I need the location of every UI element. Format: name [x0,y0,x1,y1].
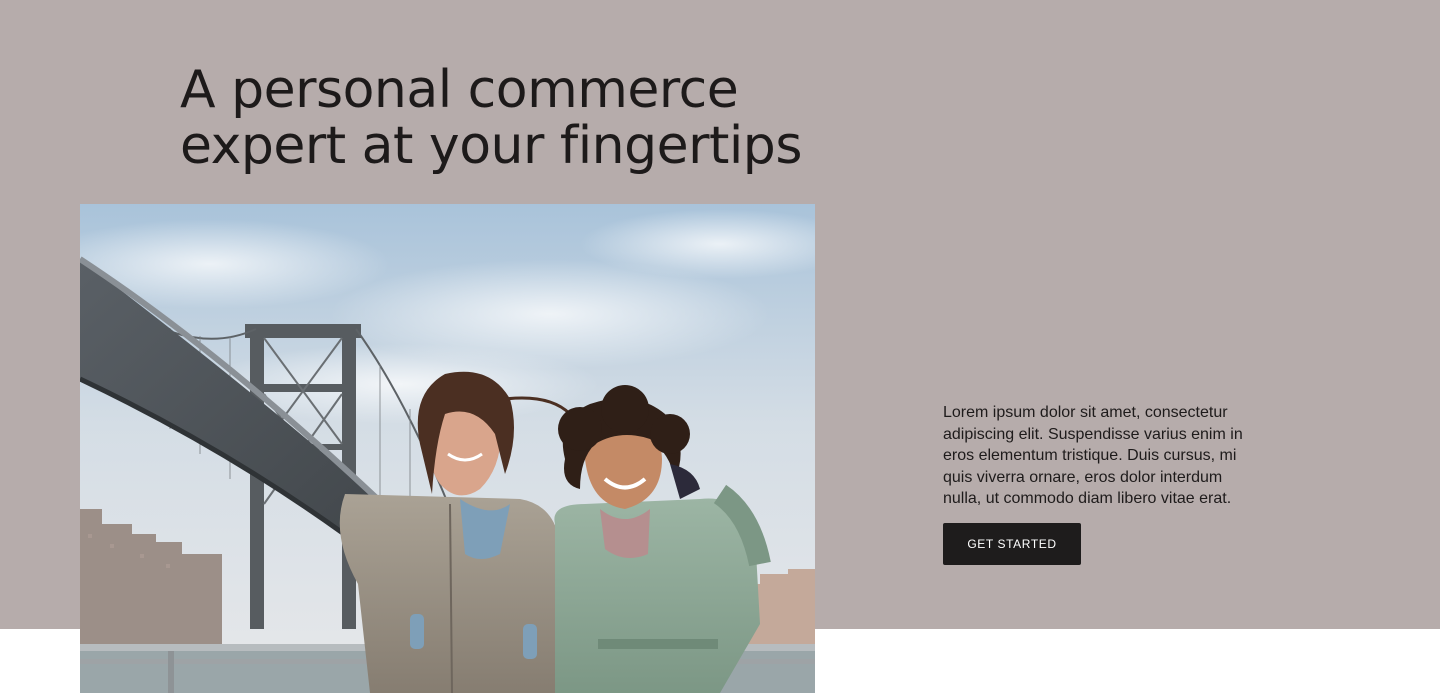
hero-photo [80,204,815,693]
get-started-button[interactable]: GET STARTED [943,523,1081,565]
hero-description: Lorem ipsum dolor sit amet, consectetur … [943,404,1243,507]
hero-heading-line-1: A personal commerce [180,60,739,120]
hero-heading-line-2: expert at your fingertips [180,116,802,176]
hero-heading: A personal commerce expert at your finge… [180,62,820,174]
hero-section: A personal commerce expert at your finge… [0,0,1440,693]
